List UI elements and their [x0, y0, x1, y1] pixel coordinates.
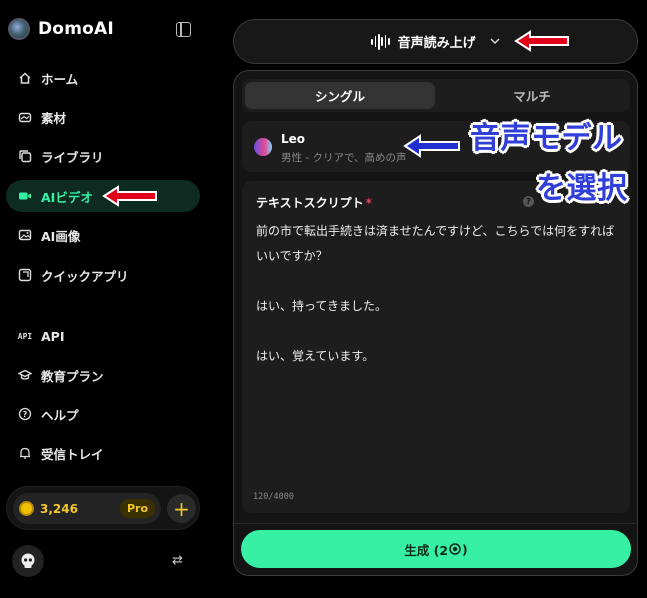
coin-icon — [19, 501, 34, 516]
sidebar-item-label: 素材 — [41, 110, 67, 126]
sidebar-item-label: ホーム — [41, 71, 79, 87]
sidebar-item-quick-app[interactable]: クイックアプリ — [6, 259, 200, 291]
svg-text:?: ? — [23, 410, 28, 419]
annotation-arrow-red-header — [514, 30, 569, 52]
plan-badge: Pro — [119, 499, 155, 518]
required-mark: * — [365, 196, 372, 210]
script-label-text: テキストスクリプト — [256, 196, 364, 210]
sidebar-collapse-icon[interactable] — [176, 22, 191, 37]
annotation-callout-line2: を選択 — [536, 171, 628, 206]
sidebar-item-label: ヘルプ — [41, 407, 79, 423]
mode-tabs: シングル マルチ — [242, 79, 630, 112]
video-camera-icon — [18, 189, 32, 203]
credits-panel: 3,246 Pro + — [6, 486, 200, 530]
sidebar-item-label: API — [41, 328, 65, 344]
sidebar-item-education[interactable]: 教育プラン — [6, 359, 200, 391]
script-paragraph: はい、覚えています。 — [256, 349, 375, 363]
generate-label: 生成 (2 — [404, 542, 449, 558]
logo-icon — [8, 18, 30, 40]
sidebar-item-label: ライブラリ — [41, 149, 104, 165]
generate-button[interactable]: 生成 (2 ) — [241, 530, 631, 568]
sidebar-item-label: 教育プラン — [41, 368, 104, 384]
character-counter: 120/4000 — [253, 492, 294, 502]
script-paragraph: 前の市で転出手続きは済ませたんですけど、こちらでは何をすればいいですか？ — [256, 224, 615, 263]
help-circle-icon: ? — [18, 407, 32, 421]
help-icon[interactable]: ? — [523, 196, 534, 207]
library-icon — [18, 149, 32, 163]
annotation-arrow-blue-voice — [403, 134, 460, 158]
switch-icon[interactable]: ⇄ — [172, 553, 183, 568]
page-title: 音声読み上げ — [397, 36, 476, 51]
sidebar-item-assets[interactable]: 素材 — [6, 101, 200, 133]
script-editor[interactable]: テキストスクリプト * ? 前の市で転出手続きは済ませたんですけど、こちらでは何を… — [242, 181, 630, 513]
skull-avatar-icon — [21, 553, 35, 568]
annotation-callout-line1: 音声モデル — [470, 121, 623, 156]
script-textarea[interactable]: 前の市で転出手続きは済ませたんですけど、こちらでは何をすればいいですか？ はい、… — [256, 219, 618, 369]
sidebar-item-inbox[interactable]: 受信トレイ — [6, 437, 200, 469]
voice-name: Leo — [281, 132, 306, 146]
sidebar-item-api[interactable]: API API — [6, 320, 200, 352]
credits-count: 3,246 — [40, 501, 78, 516]
credits-pill[interactable]: 3,246 Pro — [13, 493, 161, 524]
sidebar-item-home[interactable]: ホーム — [6, 62, 200, 94]
credit-coin-icon — [449, 543, 461, 555]
script-paragraph — [256, 269, 618, 294]
add-credits-button[interactable]: + — [167, 494, 196, 523]
quick-app-icon — [18, 268, 32, 282]
script-paragraph — [256, 319, 618, 344]
voice-tool-selector[interactable]: 音声読み上げ — [233, 19, 638, 64]
home-icon — [18, 71, 32, 85]
voice-avatar — [254, 138, 272, 156]
tab-multi[interactable]: マルチ — [437, 82, 627, 109]
logo[interactable]: DomoAI — [8, 18, 114, 40]
script-paragraph: はい、持ってきました。 — [256, 299, 388, 313]
sidebar-item-ai-image[interactable]: AI画像 — [6, 219, 200, 251]
sidebar-item-label: 受信トレイ — [41, 446, 104, 462]
sidebar-item-label: AIビデオ — [41, 189, 93, 205]
api-icon: API — [17, 331, 33, 341]
bell-icon — [18, 446, 32, 460]
voice-description: 男性 - クリアで、高めの声 — [281, 152, 407, 164]
sidebar: DomoAI ホーム 素材 ライブラリ AIビデオ AI画像 クイックアプリ A… — [0, 0, 210, 598]
asset-icon — [18, 110, 32, 124]
generate-suffix: ) — [462, 541, 468, 557]
tab-single[interactable]: シングル — [245, 82, 435, 109]
sidebar-item-library[interactable]: ライブラリ — [6, 140, 200, 172]
avatar[interactable] — [12, 545, 44, 577]
sidebar-item-label: クイックアプリ — [41, 268, 129, 284]
sound-wave-icon — [371, 33, 390, 50]
sidebar-item-label: AI画像 — [41, 228, 81, 244]
graduation-cap-icon — [18, 368, 32, 382]
divider — [234, 523, 637, 524]
script-label: テキストスクリプト * — [256, 194, 372, 211]
sidebar-item-help[interactable]: ? ヘルプ — [6, 398, 200, 430]
annotation-arrow-red-video — [102, 185, 157, 207]
chevron-down-icon — [490, 36, 500, 47]
app-name: DomoAI — [38, 19, 114, 39]
image-icon — [18, 228, 32, 242]
